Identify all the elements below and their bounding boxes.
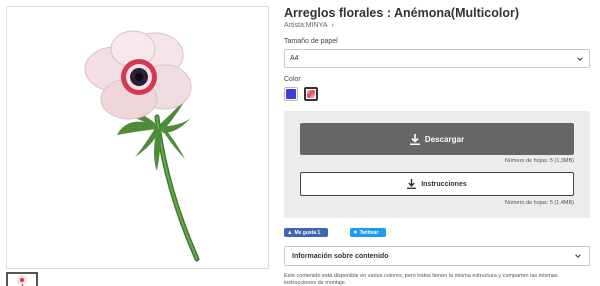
facebook-like-button[interactable]: ▲ Me gusta 1 [284,228,328,237]
product-title: Arreglos florales : Anémona(Multicolor) [284,6,519,20]
facebook-like-label: Me gusta 1 [294,229,321,236]
instructions-label: Instrucciones [421,180,467,188]
download-icon [409,133,420,145]
artist-link[interactable]: Artista:MINYA › [284,22,334,29]
content-info-label: Información sobre contenido [292,252,389,260]
twitter-bird-icon: ✦ [353,229,358,236]
thumbs-up-icon: ▲ [287,229,293,236]
instructions-sheet-count: Número de hojas: 5 (1.4MB) [504,200,574,206]
chevron-down-icon [577,56,583,61]
twitter-button[interactable]: ✦ Twittear [350,228,386,237]
thumbnail[interactable] [6,272,38,286]
product-image [6,6,269,269]
download-icon [407,179,417,189]
blue-swatch[interactable] [284,87,298,101]
chevron-right-icon: › [331,22,334,29]
chevron-down-icon [575,254,581,258]
paper-size-select[interactable]: A4 [284,49,590,68]
paper-size-value: A4 [290,55,299,62]
instructions-button[interactable]: Instrucciones [300,172,574,196]
download-label: Descargar [424,134,465,144]
twitter-label: Twittear [359,229,379,236]
content-info-accordion[interactable]: Información sobre contenido [284,246,590,266]
anemone-illustration [84,30,200,262]
artist-label: Artista:MINYA [284,22,328,29]
paper-size-label: Tamaño de papel [284,38,338,45]
download-sheet-count: Número de hojas: 5 (1.3MB) [504,158,574,164]
thumbnail-illustration [17,275,27,286]
multicolor-swatch[interactable] [304,87,318,101]
color-label: Color [284,76,301,83]
download-button[interactable]: Descargar [300,123,574,155]
content-description: Este contenido está disponible en varios… [284,273,558,286]
